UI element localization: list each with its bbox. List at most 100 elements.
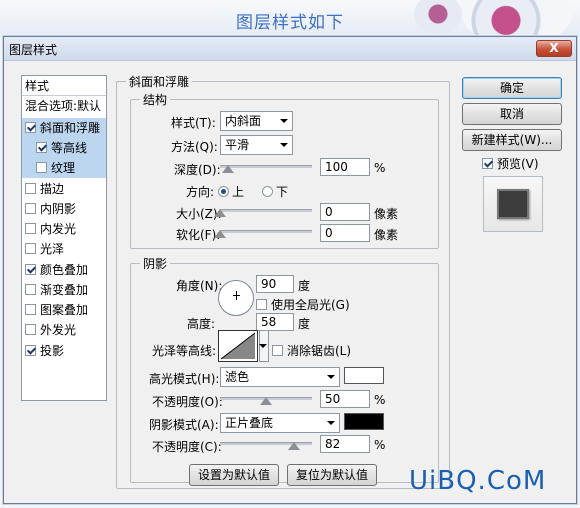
size-slider-thumb[interactable] [214, 209, 226, 217]
checkbox-icon[interactable] [25, 284, 36, 295]
depth-slider-thumb[interactable] [222, 165, 234, 173]
blending-options[interactable]: 混合选项:默认 [22, 96, 106, 116]
sidebar-item-bevel[interactable]: 斜面和浮雕 [22, 118, 106, 138]
shadow-mode-select[interactable]: 正片叠底 [220, 413, 340, 433]
checkbox-icon[interactable] [25, 243, 36, 254]
chevron-down-icon [280, 119, 288, 123]
make-default-button[interactable]: 设置为默认值 [189, 464, 279, 486]
chevron-down-icon [327, 421, 335, 425]
checkbox-icon[interactable] [25, 345, 36, 356]
checkbox-icon[interactable] [25, 324, 36, 335]
chevron-down-icon [259, 344, 267, 348]
sidebar-item-stroke[interactable]: 描边 [22, 179, 106, 199]
layer-style-dialog: 图层样式 X 样式 混合选项:默认 斜面和浮雕 等高线 纹理 描边 内阴影 内发… [3, 36, 577, 504]
radio-icon[interactable] [262, 186, 273, 197]
highlight-opacity-input[interactable]: 50 [320, 390, 370, 408]
size-input[interactable]: 0 [320, 203, 370, 221]
sidebar-item-gradient-overlay[interactable]: 渐变叠加 [22, 280, 106, 300]
checkbox-icon[interactable] [25, 122, 36, 133]
sidebar-item-contour[interactable]: 等高线 [22, 138, 106, 158]
gloss-contour-label: 光泽等高线: [152, 344, 217, 358]
shadow-opacity-unit: % [374, 438, 386, 452]
highlight-opacity-thumb[interactable] [260, 397, 272, 405]
shadow-opacity-input[interactable]: 82 [320, 435, 370, 453]
anti-alias-option[interactable]: 消除锯齿(L) [272, 342, 351, 359]
checkbox-icon[interactable] [25, 304, 36, 315]
checkbox-icon[interactable] [25, 183, 36, 194]
style-select[interactable]: 内斜面 [220, 111, 293, 131]
sidebar-item-label: 投影 [40, 344, 65, 358]
checkbox-icon[interactable] [256, 299, 267, 310]
cancel-button[interactable]: 取消 [462, 103, 562, 125]
technique-value: 平滑 [225, 138, 250, 152]
sidebar-item-label: 图案叠加 [40, 303, 89, 317]
soften-slider-track[interactable] [220, 230, 312, 233]
angle-crosshair [233, 295, 240, 296]
styles-header: 样式 [22, 76, 106, 96]
gloss-contour-dropdown[interactable] [259, 330, 269, 362]
soften-unit: 像素 [374, 228, 399, 242]
sidebar-item-color-overlay[interactable]: 颜色叠加 [22, 260, 106, 280]
anti-alias-label: 消除锯齿(L) [287, 344, 352, 358]
altitude-unit: 度 [298, 317, 311, 331]
global-light-option[interactable]: 使用全局光(G) [256, 296, 350, 313]
sidebar-item-label: 纹理 [51, 161, 76, 175]
styles-list: 样式 混合选项:默认 斜面和浮雕 等高线 纹理 描边 内阴影 内发光 光泽 颜色… [21, 75, 107, 401]
watermark: UiBQ.CoM [409, 466, 547, 496]
style-value: 内斜面 [225, 114, 262, 128]
depth-input[interactable]: 100 [320, 158, 370, 176]
angle-input[interactable]: 90 [256, 275, 294, 293]
shadow-color-swatch[interactable] [344, 413, 384, 430]
checkbox-icon[interactable] [25, 264, 36, 275]
soften-input[interactable]: 0 [320, 224, 370, 242]
title-bar: 图层样式 X [4, 37, 576, 61]
sidebar-item-satin[interactable]: 光泽 [22, 239, 106, 259]
checkbox-icon[interactable] [36, 142, 47, 153]
angle-unit: 度 [298, 279, 311, 293]
checkbox-icon[interactable] [272, 345, 283, 356]
direction-up-option[interactable]: 上 [218, 183, 244, 200]
reset-default-button[interactable]: 复位为默认值 [287, 464, 377, 486]
radio-icon[interactable] [218, 186, 229, 197]
sidebar-item-label: 等高线 [51, 141, 88, 155]
ok-button[interactable]: 确定 [462, 77, 562, 99]
structure-title: 结构 [140, 91, 171, 108]
checkbox-icon[interactable] [25, 223, 36, 234]
chevron-down-icon [327, 375, 335, 379]
highlight-mode-value: 滤色 [225, 370, 250, 384]
sidebar-item-inner-shadow[interactable]: 内阴影 [22, 199, 106, 219]
highlight-mode-label: 高光模式(H): [149, 372, 220, 386]
direction-label: 方向: [186, 185, 215, 199]
sidebar-item-inner-glow[interactable]: 内发光 [22, 219, 106, 239]
direction-up-label: 上 [232, 185, 245, 199]
altitude-input[interactable]: 58 [256, 313, 294, 331]
checkbox-icon[interactable] [36, 162, 47, 173]
banner-title: 图层样式如下 [236, 13, 344, 33]
sidebar-item-label: 外发光 [40, 323, 77, 337]
sidebar-item-pattern-overlay[interactable]: 图案叠加 [22, 300, 106, 320]
highlight-color-swatch[interactable] [344, 367, 384, 384]
checkbox-icon[interactable] [25, 203, 36, 214]
shadow-opacity-thumb[interactable] [288, 442, 300, 450]
soften-slider-thumb[interactable] [214, 230, 226, 238]
sidebar-item-texture[interactable]: 纹理 [22, 158, 106, 178]
altitude-label: 高度: [187, 317, 216, 331]
sidebar-item-drop-shadow[interactable]: 投影 [22, 341, 106, 361]
angle-dial[interactable] [218, 280, 254, 316]
preview-option[interactable]: 预览(V) [482, 155, 539, 172]
size-unit: 像素 [374, 207, 399, 221]
sidebar-item-label: 颜色叠加 [40, 263, 89, 277]
sidebar-item-label: 渐变叠加 [40, 283, 89, 297]
style-preview [483, 176, 543, 232]
size-slider-track[interactable] [220, 209, 312, 212]
close-button[interactable]: X [536, 40, 572, 57]
highlight-opacity-unit: % [374, 393, 386, 407]
sidebar-item-outer-glow[interactable]: 外发光 [22, 320, 106, 340]
highlight-mode-select[interactable]: 滤色 [220, 367, 340, 387]
new-style-button[interactable]: 新建样式(W)... [462, 129, 562, 151]
checkbox-icon[interactable] [482, 158, 493, 169]
technique-select[interactable]: 平滑 [220, 135, 293, 155]
direction-down-option[interactable]: 下 [262, 183, 288, 200]
depth-label: 深度(D): [174, 163, 221, 177]
gloss-contour-picker[interactable] [218, 330, 258, 362]
